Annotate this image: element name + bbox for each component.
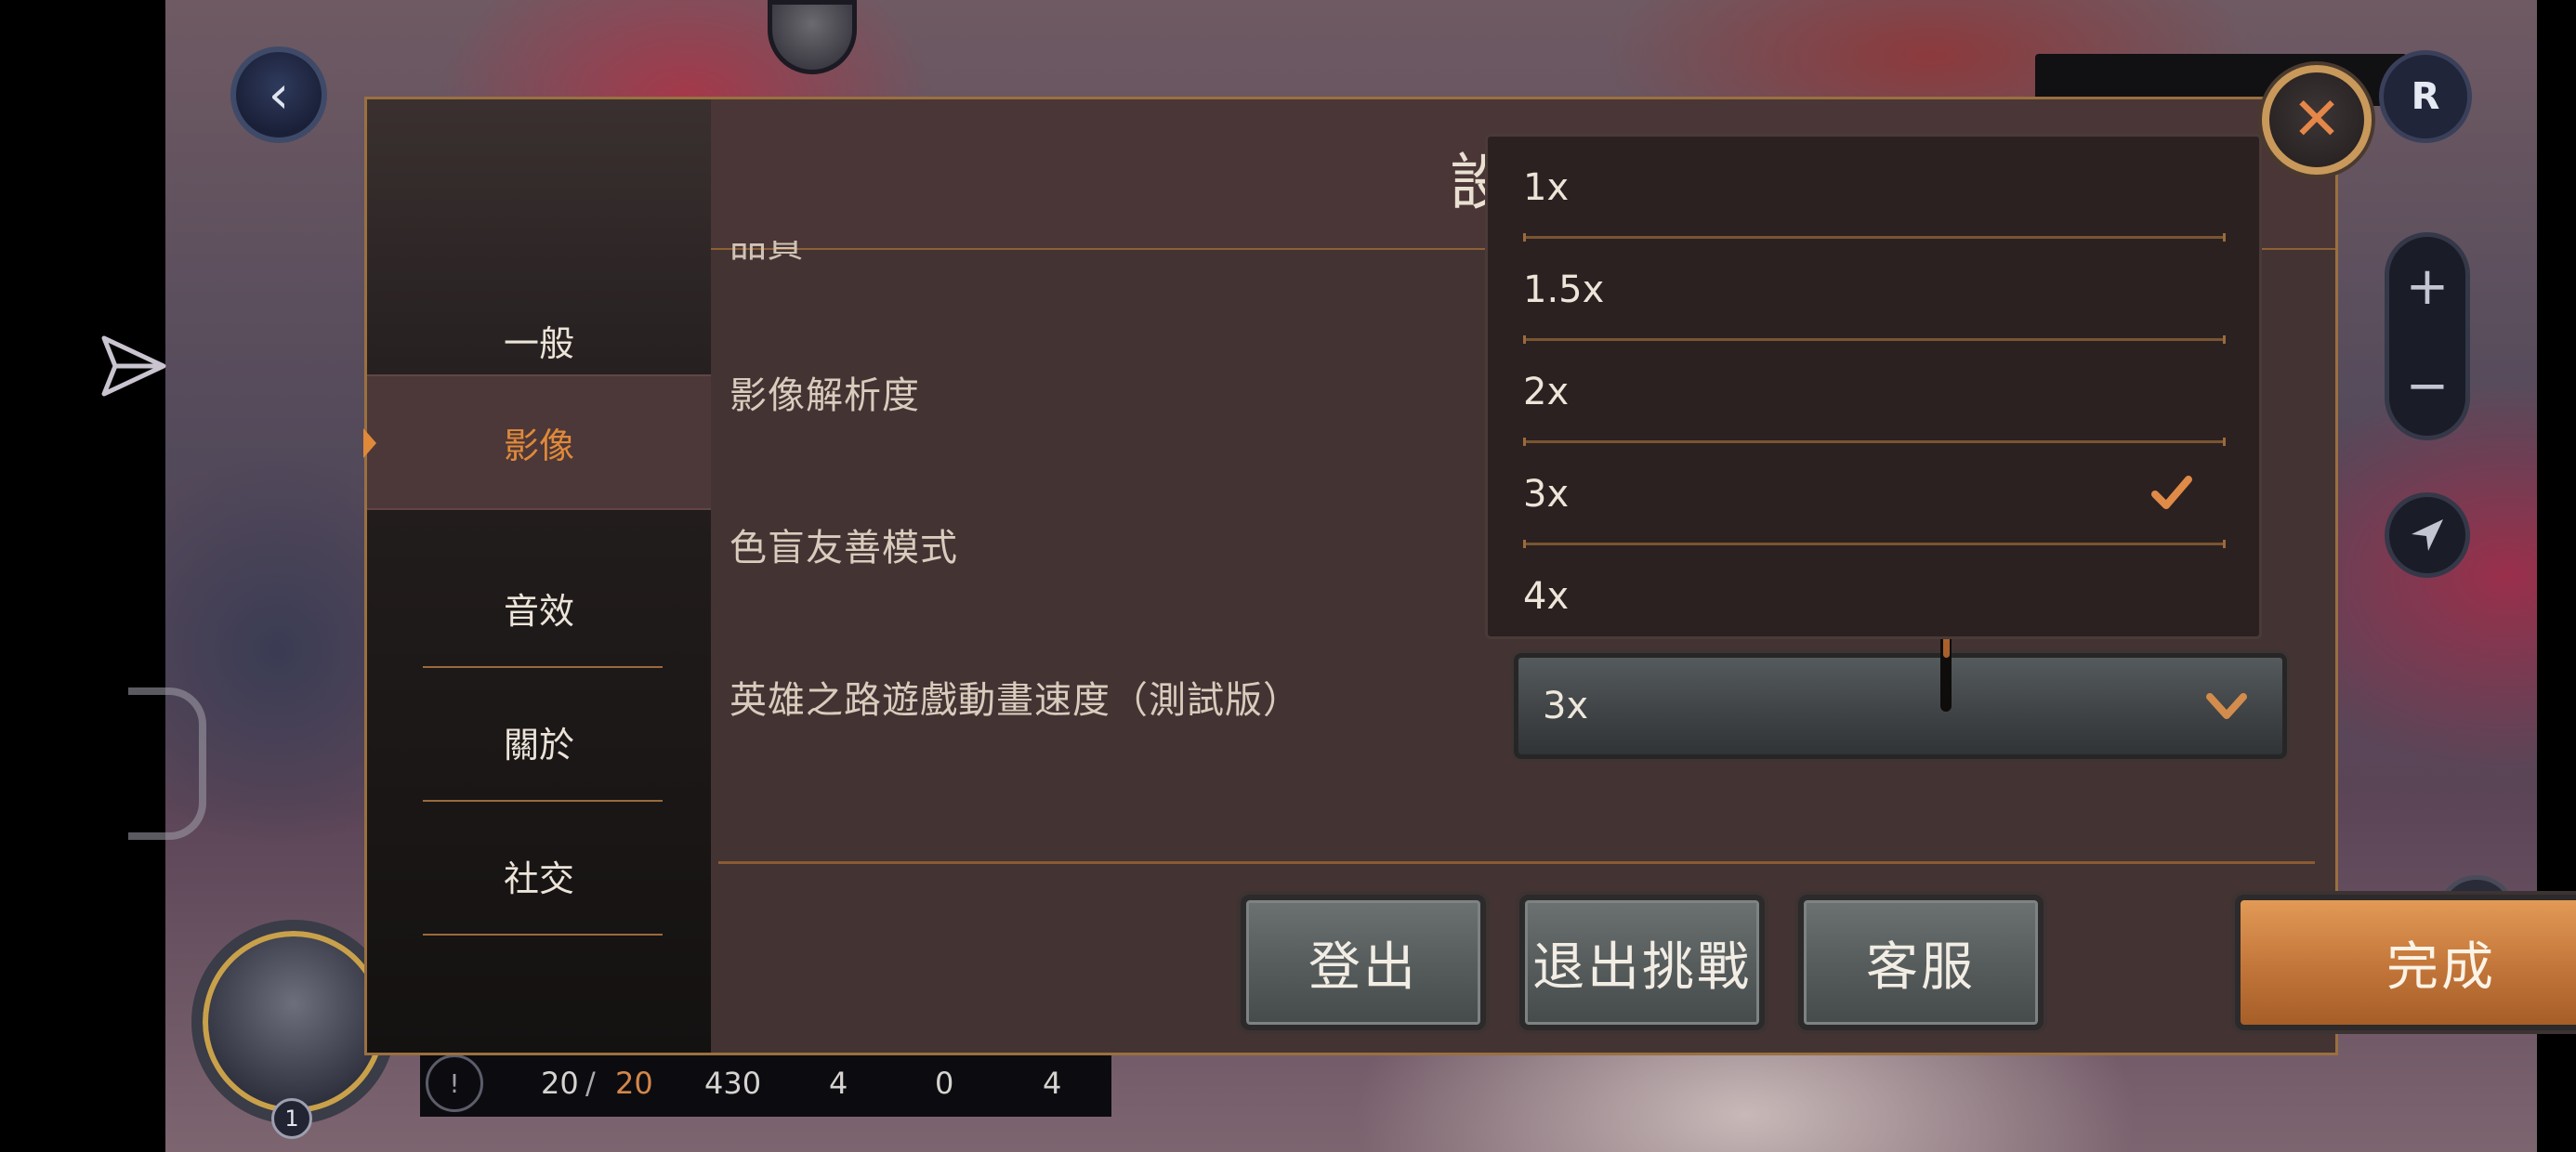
sidebar-item-label: 社交 <box>503 857 574 899</box>
stat-a: 4 <box>829 1066 848 1101</box>
letterbox-left <box>0 0 165 1152</box>
share-icon[interactable] <box>99 331 169 401</box>
logout-button[interactable]: 登出 <box>1241 895 1486 1030</box>
dropdown-option[interactable]: 1x <box>1488 137 2259 242</box>
setting-label-animation-speed: 英雄之路遊戲動畫速度（測試版） <box>729 679 1301 722</box>
sidebar-item-audio[interactable]: 音效 <box>367 540 711 675</box>
hp-current: 20 <box>541 1066 579 1101</box>
r-logo-icon[interactable]: R <box>2379 50 2472 143</box>
sidebar-item-label: 音效 <box>503 590 574 632</box>
setting-label-resolution: 影像解析度 <box>729 374 920 417</box>
sidebar-item-label: 影像 <box>503 425 574 466</box>
gold-value: 430 <box>704 1066 762 1101</box>
dropdown-option-selected[interactable]: 3x <box>1488 443 2259 548</box>
select-value: 3x <box>1543 685 1589 727</box>
animation-speed-dropdown: 1x 1.5x 2x 3x 4x <box>1485 134 2262 639</box>
quit-challenge-button[interactable]: 退出挑戰 <box>1519 895 1765 1030</box>
check-icon <box>2151 471 2192 521</box>
divider <box>423 666 663 668</box>
sidebar-item-social[interactable]: 社交 <box>367 807 711 943</box>
dropdown-option[interactable]: 1.5x <box>1488 239 2259 344</box>
back-icon: ‹ <box>268 64 290 125</box>
hero-level-badge: 1 <box>271 1098 312 1139</box>
animation-speed-select[interactable]: 3x <box>1514 653 2287 759</box>
zoom-in-icon[interactable]: + <box>2406 256 2450 317</box>
dropdown-option[interactable]: 2x <box>1488 341 2259 446</box>
option-label: 4x <box>1523 575 1570 618</box>
close-button[interactable]: ✕ <box>2262 65 2372 175</box>
footer-divider <box>718 861 2315 864</box>
hp-separator: / <box>585 1066 596 1101</box>
cut-off-setting-label: 品質 <box>729 241 804 261</box>
close-icon: ✕ <box>2292 85 2342 154</box>
side-panel-handle[interactable] <box>128 687 206 840</box>
option-label: 1.5x <box>1523 268 1605 311</box>
stat-c: 4 <box>1043 1066 1062 1101</box>
sidebar-item-label: 一般 <box>503 322 574 364</box>
divider <box>423 800 663 802</box>
done-button[interactable]: 完成 <box>2235 895 2576 1030</box>
sidebar-item-about[interactable]: 關於 <box>367 674 711 809</box>
stats-bar: ! 20 / 20 430 4 0 4 <box>420 1050 1111 1117</box>
divider <box>423 934 663 936</box>
setting-label-colorblind: 色盲友善模式 <box>729 527 958 569</box>
option-label: 3x <box>1523 473 1570 516</box>
hp-max: 20 <box>615 1066 653 1101</box>
sidebar-item-video[interactable]: 影像 <box>363 374 711 510</box>
info-icon[interactable]: ! <box>426 1054 483 1112</box>
option-label: 2x <box>1523 371 1570 413</box>
chevron-down-icon <box>2204 684 2249 728</box>
navigate-icon[interactable] <box>2385 492 2470 578</box>
stat-b: 0 <box>935 1066 954 1101</box>
settings-sidebar: 一般 影像 音效 關於 社交 <box>363 99 711 1053</box>
dropdown-option[interactable]: 4x <box>1488 545 2259 636</box>
zoom-control: + − <box>2385 232 2470 440</box>
zoom-out-icon[interactable]: − <box>2406 356 2450 416</box>
option-label: 1x <box>1523 166 1570 209</box>
back-button[interactable]: ‹ <box>230 46 327 143</box>
sidebar-item-label: 關於 <box>503 724 574 766</box>
support-button[interactable]: 客服 <box>1798 895 2044 1030</box>
